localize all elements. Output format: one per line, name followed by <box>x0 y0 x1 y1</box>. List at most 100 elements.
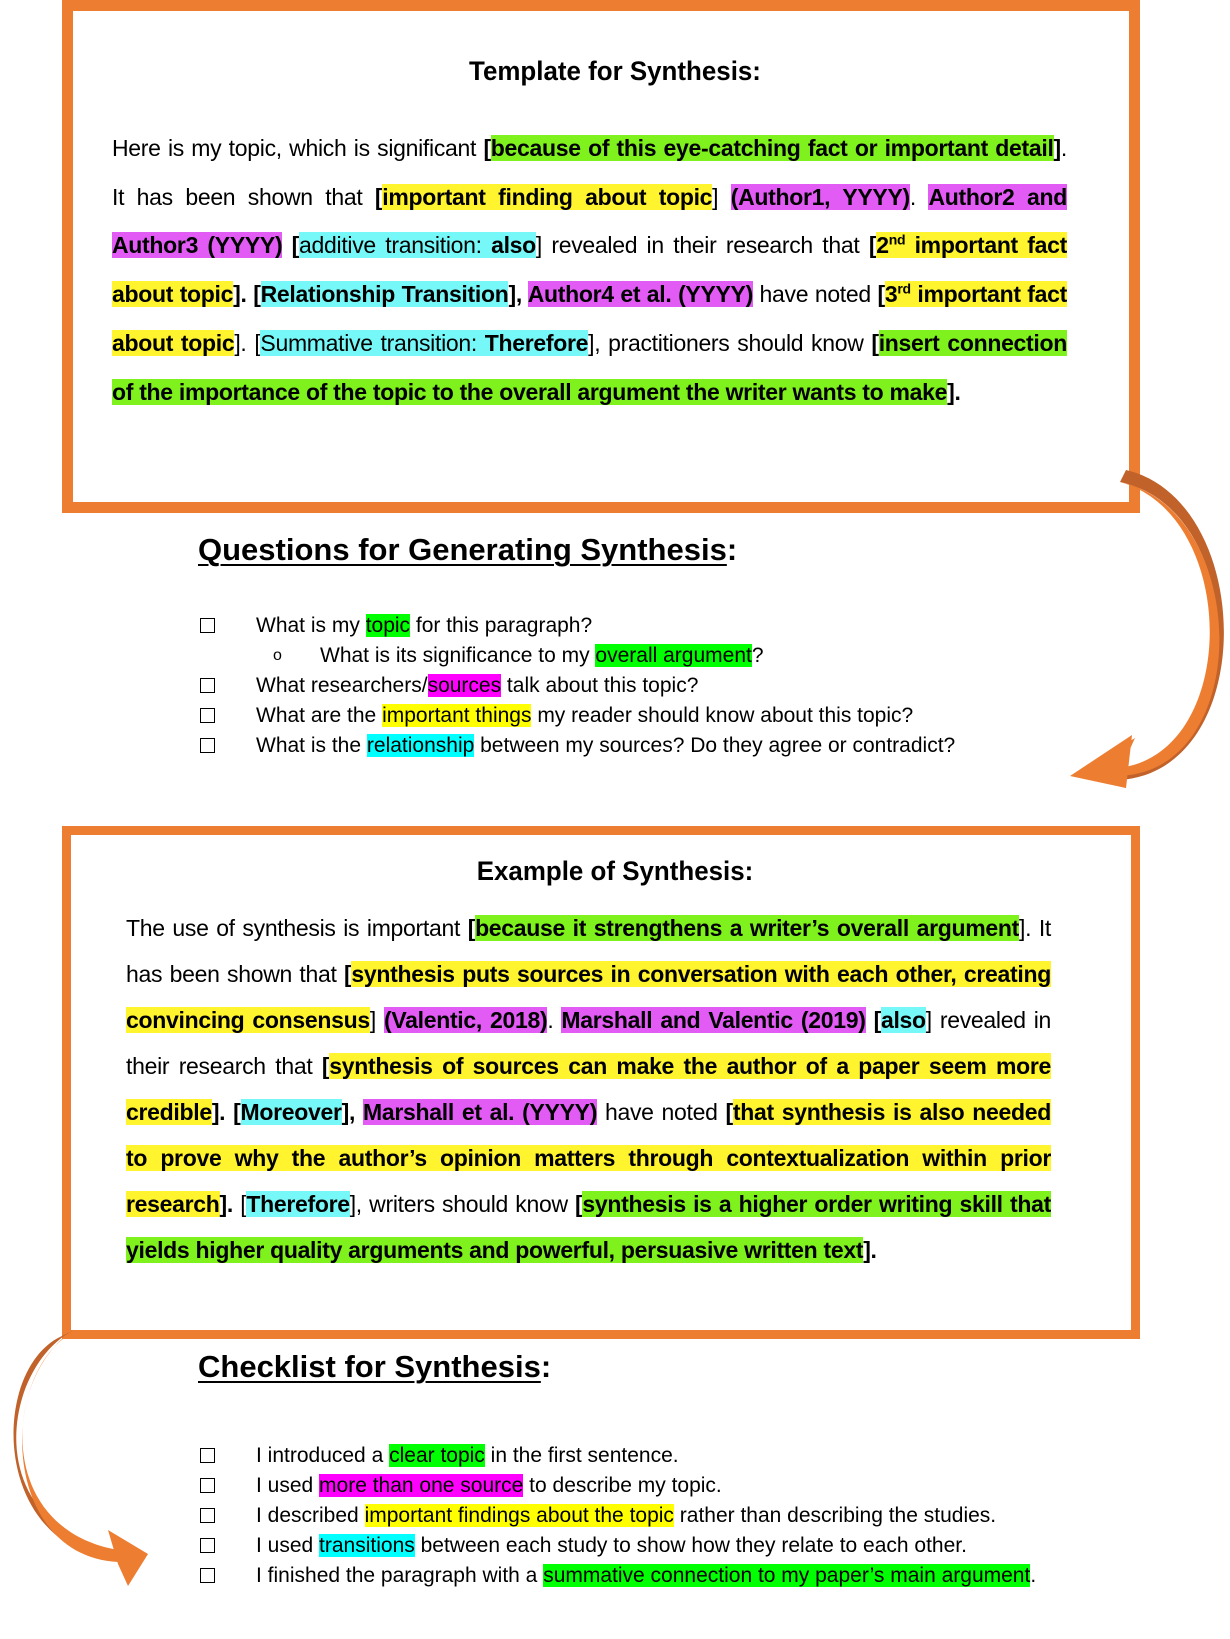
questions-title: Questions for Generating Synthesis: <box>198 532 737 568</box>
text-run: [ <box>871 329 879 356</box>
text-run-content: (Author1, YYYY) <box>730 183 910 210</box>
list-item-text: What are the important things my reader … <box>256 701 913 731</box>
text-run: talk about this topic? <box>501 674 699 697</box>
text-run-content: [ <box>232 1191 247 1217</box>
questions-title-text: Questions for Generating Synthesis <box>198 532 727 567</box>
text-run: What researchers/ <box>256 674 428 697</box>
checklist-title-text: Checklist for Synthesis <box>198 1349 541 1384</box>
highlighted-phrase: important finding about topic <box>382 183 713 210</box>
text-run-content: ], practitioners should know <box>588 329 872 356</box>
text-run: in the first sentence. <box>484 1444 679 1467</box>
text-run: [ <box>233 1191 246 1217</box>
empty-checkbox-icon[interactable] <box>200 678 215 693</box>
highlighted-phrase: also <box>491 232 536 259</box>
example-title: Example of Synthesis: <box>476 856 754 886</box>
empty-checkbox-icon[interactable] <box>200 738 215 753</box>
text-run-content: because of this eye-catching fact or imp… <box>490 135 1054 161</box>
text-run-content: 3 <box>884 281 898 308</box>
text-run: I used <box>256 1534 320 1557</box>
text-run: ]. <box>220 1191 234 1217</box>
highlighted-phrase: because it strengthens a writer’s overal… <box>475 915 1019 941</box>
text-run-content: . <box>547 1007 562 1033</box>
text-run-content: [ <box>483 135 491 161</box>
text-run: ] <box>1053 135 1062 161</box>
text-run-content: . <box>909 183 929 210</box>
text-run-content: ], <box>508 281 528 308</box>
text-run-content: [ <box>877 281 885 308</box>
text-run-content: ] <box>1053 135 1062 161</box>
text-run-content: Therefore <box>246 1191 350 1217</box>
list-item-text: I described important findings about the… <box>256 1501 996 1531</box>
highlighted-keyword: transitions <box>319 1534 415 1557</box>
text-run: between each study to show how they rela… <box>414 1534 967 1557</box>
list-item-text: What is my topic for this paragraph? <box>256 611 592 641</box>
text-run-content: [ <box>865 1007 882 1033</box>
highlighted-phrase: Marshall and Valentic (2019) <box>561 1007 866 1033</box>
highlighted-phrase: because of this eye-catching fact or imp… <box>490 135 1054 161</box>
text-run: I finished the paragraph with a <box>256 1564 544 1587</box>
text-run: ]. [ <box>233 281 261 307</box>
text-run: I introduced a <box>256 1444 390 1467</box>
text-run-content: because it strengthens a writer’s overal… <box>475 915 1019 941</box>
text-run-content: ], writers should know <box>349 1191 576 1217</box>
text-run: Here is my topic, which is significant <box>112 135 483 161</box>
text-run: ], writers should know <box>350 1191 575 1217</box>
text-run: [ <box>282 232 300 259</box>
highlighted-keyword: important findings about the topic <box>364 1504 674 1527</box>
highlighted-phrase: 2nd <box>876 231 906 259</box>
text-run-content: have noted <box>597 1099 726 1125</box>
empty-checkbox-icon[interactable] <box>200 1508 215 1523</box>
text-run: [ <box>483 135 491 161</box>
highlighted-phrase: (Valentic, 2018) <box>383 1007 548 1033</box>
text-run: have noted <box>753 281 878 307</box>
empty-checkbox-icon[interactable] <box>200 1448 215 1463</box>
highlighted-keyword: clear topic <box>389 1444 485 1467</box>
text-run: ] revealed in their research that <box>536 232 869 258</box>
text-run: ]. [ <box>234 330 260 356</box>
text-run-content: Therefore <box>484 329 589 356</box>
text-run-content: also <box>880 1007 926 1033</box>
text-run: ], <box>508 281 527 307</box>
text-run: [ <box>865 1007 882 1033</box>
highlighted-phrase: Author4 et al. (YYYY) <box>527 281 753 308</box>
highlighted-phrase: Marshall et al. (YYYY) <box>363 1099 597 1125</box>
checklist-title: Checklist for Synthesis: <box>198 1349 551 1385</box>
text-run-content: important finding about topic <box>382 183 713 210</box>
highlighted-phrase: Therefore <box>246 1191 350 1217</box>
text-run-content: have noted <box>752 281 878 308</box>
empty-checkbox-icon[interactable] <box>200 1538 215 1553</box>
highlighted-phrase: also <box>880 1007 926 1033</box>
text-run: ? <box>751 644 764 667</box>
empty-checkbox-icon[interactable] <box>200 1478 215 1493</box>
text-run: [ <box>468 915 476 941</box>
text-run: ] <box>370 1007 384 1033</box>
empty-checkbox-icon[interactable] <box>200 1568 215 1583</box>
highlighted-keyword: overall argument <box>595 644 752 667</box>
text-run: have noted <box>597 1099 725 1125</box>
text-run-content: ]. <box>863 1237 877 1263</box>
list-item-text: What researchers/sources talk about this… <box>256 671 698 701</box>
text-run-content: [ <box>871 329 879 356</box>
highlighted-keyword: sources <box>427 674 502 697</box>
highlighted-keyword: important things <box>382 704 532 727</box>
text-run: for this paragraph? <box>410 614 593 637</box>
empty-checkbox-icon[interactable] <box>200 708 215 723</box>
text-run: to describe my topic. <box>523 1474 722 1497</box>
text-run: ]. <box>863 1237 877 1263</box>
text-run-content: [ <box>282 232 300 259</box>
highlighted-phrase: additive transition: <box>299 232 492 259</box>
text-run: ]. [ <box>212 1099 241 1125</box>
highlighted-keyword: relationship <box>366 734 475 757</box>
text-run: I used <box>256 1474 320 1497</box>
empty-checkbox-icon[interactable] <box>200 618 215 633</box>
text-run: What is its significance to my <box>320 644 596 667</box>
text-run-content: ] revealed in their research that <box>535 232 869 259</box>
text-run: . <box>1030 1564 1037 1587</box>
text-run-content: Summative transition: <box>260 329 485 356</box>
ordinal-superscript: nd <box>888 231 906 248</box>
highlighted-phrase: Therefore <box>484 329 589 356</box>
text-run-content: Relationship Transition <box>260 281 509 308</box>
text-run-content: ]. [ <box>211 1099 241 1125</box>
text-run: What is the <box>256 734 367 757</box>
highlighted-keyword: topic <box>365 614 411 637</box>
